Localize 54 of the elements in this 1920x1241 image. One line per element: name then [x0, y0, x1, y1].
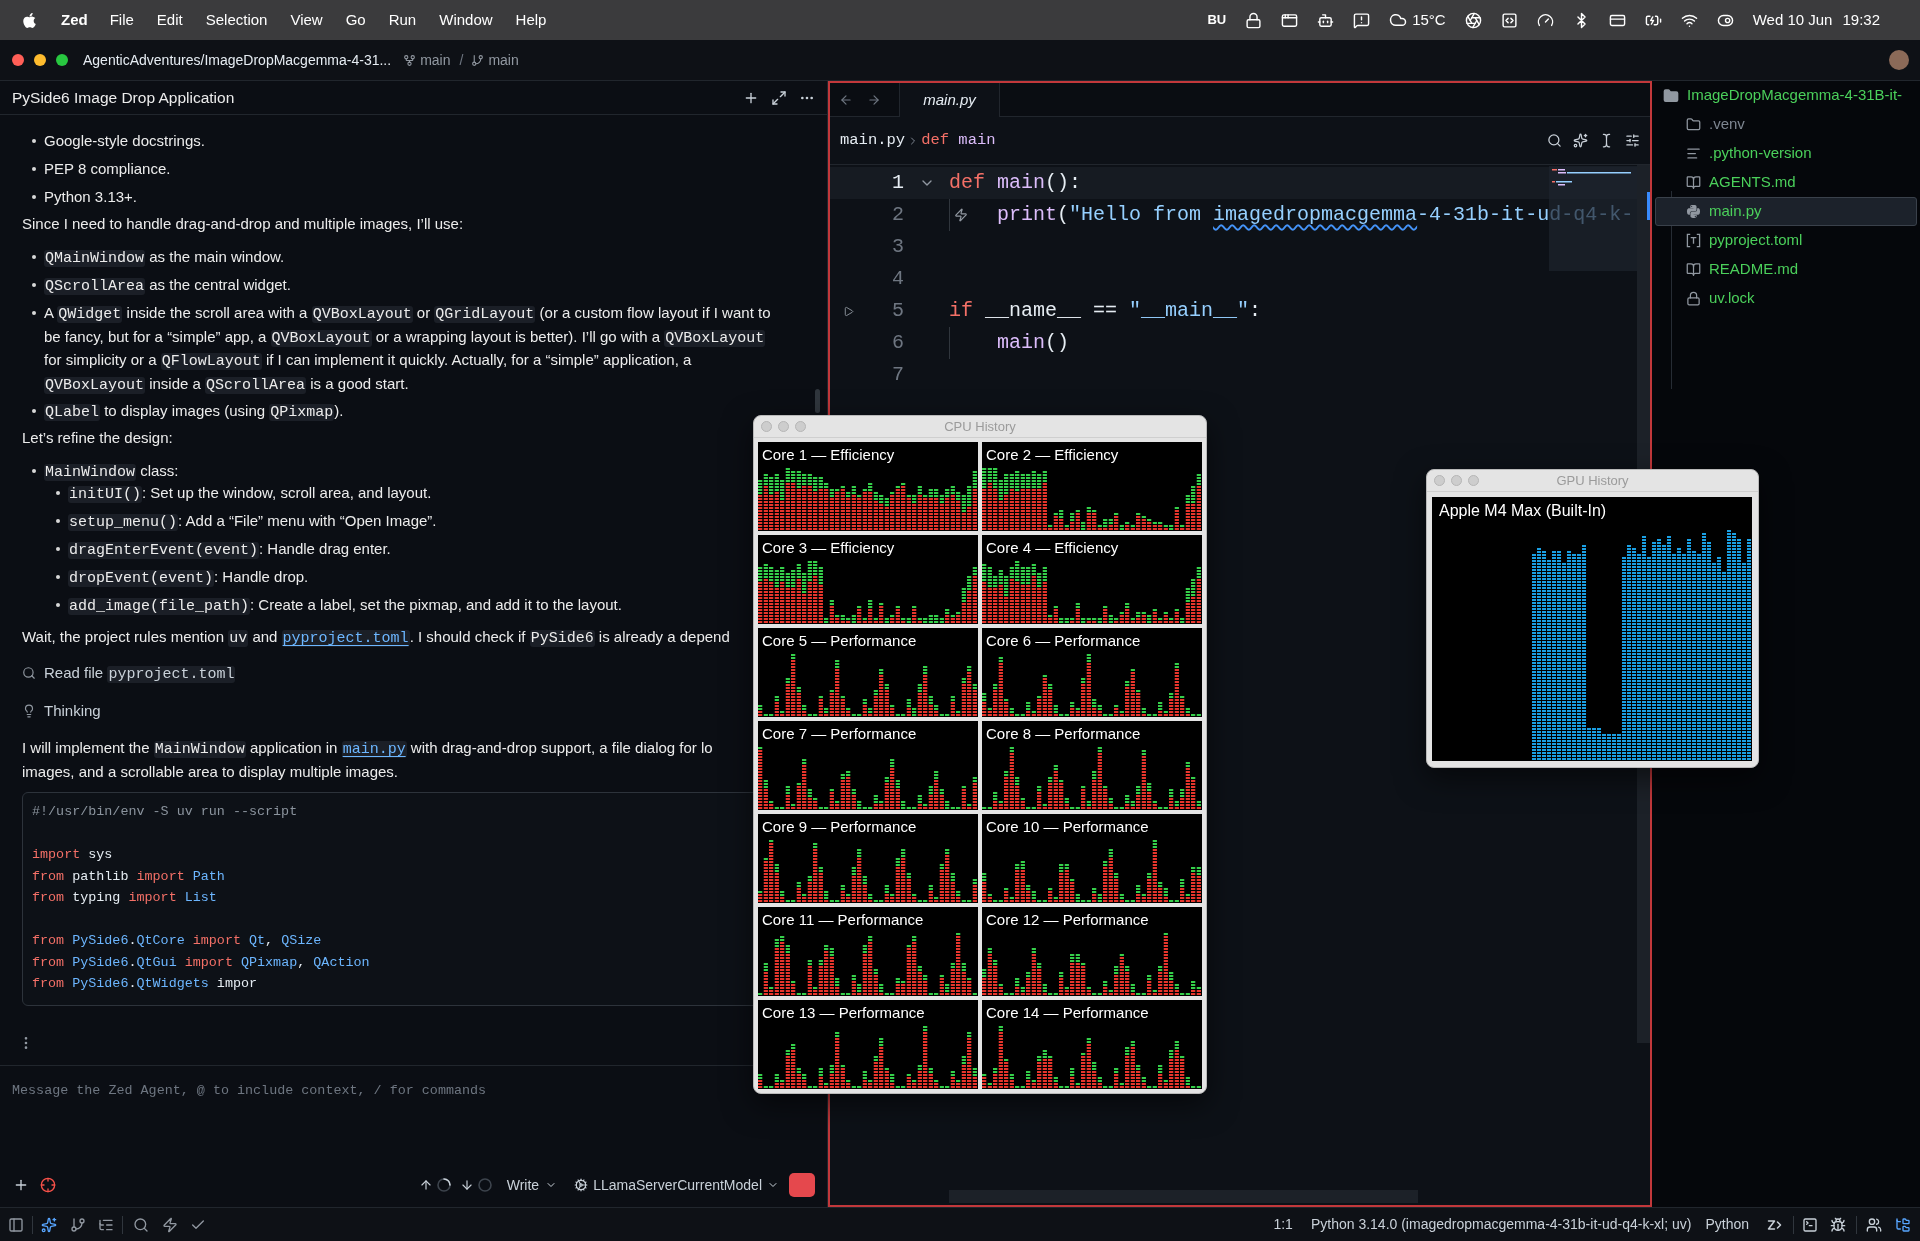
path-separator: / — [459, 50, 464, 70]
code-line: from PySide6.QtCore import Qt, QSize — [32, 932, 322, 950]
core-label: Core 2 — Efficiency — [986, 445, 1119, 465]
line-number: 4 — [892, 267, 904, 291]
thread-title: PySide6 Image Drop Application — [12, 87, 235, 108]
window-title: CPU History — [944, 417, 1016, 436]
core-label: Core 3 — Efficiency — [762, 538, 895, 558]
list-item-text: QLabel to display images (using QPixmap). — [44, 401, 344, 423]
core-label: Core 11 — Performance — [762, 910, 924, 930]
list-item-text: QMainWindow as the main window. — [44, 247, 285, 269]
line-number: 7 — [892, 363, 904, 387]
core-label: Core 5 — Performance — [762, 631, 917, 651]
core-label: Core 14 — Performance — [986, 1003, 1149, 1023]
line-number: 3 — [892, 235, 904, 259]
core-label: Core 9 — Performance — [762, 817, 917, 837]
list-item-text: add_image(file_path): Create a label, set the pixmap, and add it to the layout. — [68, 595, 622, 617]
list-item-text: Google-style docstrings. — [44, 131, 205, 151]
gpu-label: Apple M4 Max (Built-In) — [1439, 501, 1607, 521]
core-label: Core 8 — Performance — [986, 724, 1141, 744]
code-line: from PySide6.QtGui import QPixmap, QAction — [32, 953, 370, 972]
paragraph: I will implement the MainWindow application in main.py with drag-and-drop support, a file dialog for lo images, and a scrollable area to display multiple images. — [22, 738, 713, 782]
core-label: Core 10 — Performance — [986, 817, 1149, 837]
list-item-text: dropEvent(event): Handle drop. — [68, 567, 309, 589]
code-line: import sys — [32, 846, 113, 864]
line-number: 6 — [892, 331, 904, 355]
paragraph: Wait, the project rules mention uv and pyproject.toml. I should check if PySide6 is already a depend — [22, 627, 730, 649]
code-line: from typing import List — [32, 889, 217, 907]
window-title: GPU History — [1556, 471, 1629, 490]
code-line: if __name__ == "__main__": — [949, 299, 1262, 323]
code-line: def main(): — [949, 171, 1082, 195]
core-label: Core 6 — Performance — [986, 631, 1141, 651]
code-line: from pathlib import Path — [32, 867, 225, 886]
core-label: Core 12 — Performance — [986, 910, 1149, 930]
line-number: 1 — [892, 171, 904, 195]
list-item-text: dragEnterEvent(event): Handle drag enter. — [68, 539, 391, 561]
code-line: main() — [997, 331, 1070, 355]
core-label: Core 4 — Efficiency — [986, 538, 1119, 558]
paragraph: Since I need to handle drag-and-drop and multiple images, I’ll use: — [22, 214, 464, 234]
core-label: Core 7 — Performance — [762, 724, 917, 744]
list-item-text: Python 3.13+. — [44, 187, 137, 207]
list-item-text: setup_menu(): Add a “File” menu with “Open Image”. — [68, 511, 437, 533]
list-item-text: initUI(): Set up the window, scroll area, and layout. — [68, 483, 432, 505]
list-item-text: PEP 8 compliance. — [44, 159, 171, 179]
code-line: from PySide6.QtWidgets impor — [32, 975, 258, 993]
core-label: Core 13 — Performance — [762, 1003, 925, 1023]
list-item-text: QScrollArea as the central widget. — [44, 275, 291, 297]
list-item-text: A QWidget inside the scroll area with a QVBoxLayout or QGridLayout (or a custom flow layout if I want to be fancy, but for a “simple” app, a QVBoxLayout or a wrapping layout is better). I’ll go with a QVBoxLayout for simplicity or a QFlowLayout if I can implement it quickly. Actually, for a “simple” application, a QVBoxLayout inside a QScrollArea is a good start. — [44, 303, 771, 395]
line-number: 2 — [892, 203, 904, 227]
core-label: Core 1 — Efficiency — [762, 445, 895, 465]
code-line: #!/usr/bin/env -S uv run --script — [32, 803, 298, 821]
paragraph: Let’s refine the design: — [22, 428, 173, 448]
code-line: print("Hello from imagedropmacgemma-4-31b-it-ud-q4-k- — [997, 203, 1634, 227]
line-number: 5 — [892, 299, 904, 323]
list-item-text: MainWindow class: — [44, 461, 179, 483]
